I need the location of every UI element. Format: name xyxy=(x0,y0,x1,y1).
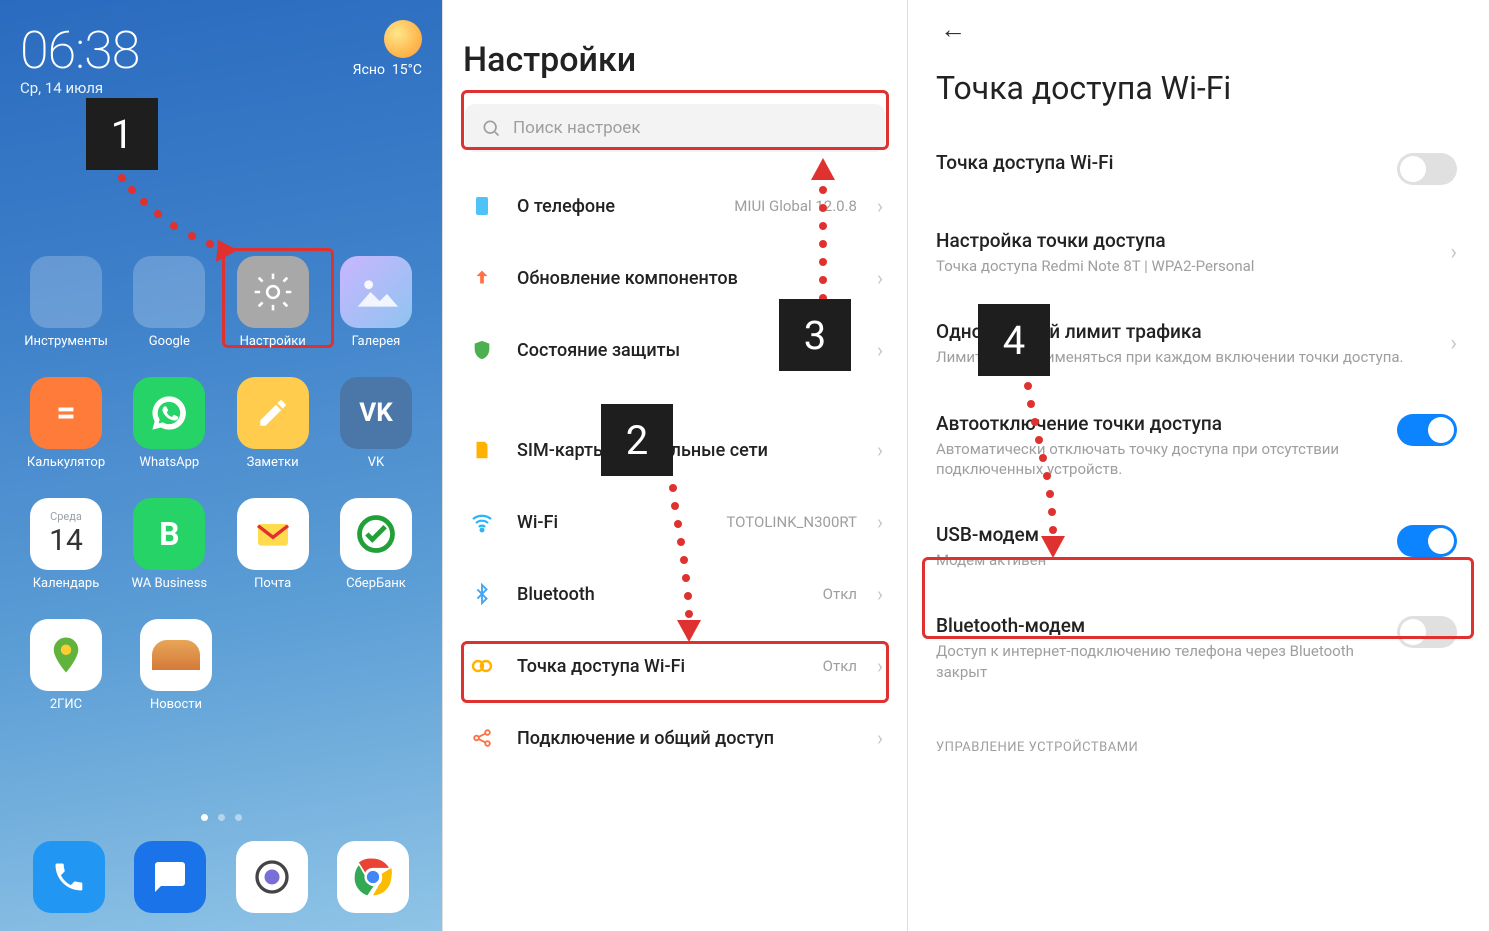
settings-row-wifi[interactable]: Wi-Fi TOTOLINK_N300RT › xyxy=(463,486,887,558)
wifi-icon xyxy=(467,507,497,537)
settings-row-sim[interactable]: SIM-карты и мобильные сети › xyxy=(463,414,887,486)
app-notes[interactable]: Заметки xyxy=(225,377,321,470)
weather-widget[interactable]: Ясно 15°C xyxy=(353,20,422,78)
hotspot-icon xyxy=(467,651,497,681)
settings-row-hotspot[interactable]: Точка доступа Wi-Fi Откл › xyxy=(463,630,887,702)
search-settings-input[interactable]: Поиск настроек xyxy=(465,104,885,152)
app-google-folder[interactable]: Google xyxy=(121,256,217,349)
settings-row-security[interactable]: Состояние защиты › xyxy=(463,314,887,386)
row-hotspot-toggle[interactable]: Точка доступа Wi-Fi xyxy=(936,129,1457,207)
settings-title: Настройки xyxy=(463,0,887,100)
app-calculator[interactable]: =Калькулятор xyxy=(18,377,114,470)
app-gallery[interactable]: Галерея xyxy=(328,256,424,349)
app-whatsapp[interactable]: WhatsApp xyxy=(121,377,217,470)
map-pin-icon xyxy=(30,619,102,691)
settings-row-connection[interactable]: Подключение и общий доступ › xyxy=(463,702,887,774)
shield-icon xyxy=(467,335,497,365)
bluetooth-icon xyxy=(467,579,497,609)
dock xyxy=(0,841,442,913)
sim-icon xyxy=(467,435,497,465)
row-auto-off[interactable]: Автоотключение точки доступаАвтоматическ… xyxy=(936,390,1457,502)
sun-icon xyxy=(384,20,422,58)
app-tools[interactable]: Инструменты xyxy=(18,256,114,349)
settings-row-update[interactable]: Обновление компонентов › xyxy=(463,242,887,314)
phone-info-icon xyxy=(467,191,497,221)
status-bar: 06:38 Ср, 14 июля Ясно 15°C xyxy=(0,0,442,97)
sber-icon xyxy=(340,498,412,570)
whatsapp-icon xyxy=(133,377,205,449)
row-usb-modem[interactable]: USB-модемМодем активен xyxy=(936,501,1457,592)
usb-modem-toggle[interactable] xyxy=(1397,525,1457,557)
gallery-icon xyxy=(340,256,412,328)
settings-list-panel: Настройки Поиск настроек О телефоне MIUI… xyxy=(442,0,907,931)
mail-icon xyxy=(237,498,309,570)
share-icon xyxy=(467,723,497,753)
hotspot-title: Точка доступа Wi-Fi xyxy=(936,45,1457,129)
app-news[interactable]: Новости xyxy=(128,619,224,712)
chevron-right-icon: › xyxy=(1450,240,1457,265)
row-data-limit[interactable]: Однократный лимит трафикаЛимит будет при… xyxy=(936,298,1457,389)
camera-app[interactable] xyxy=(236,841,308,913)
page-indicator xyxy=(0,814,442,821)
auto-off-toggle[interactable] xyxy=(1397,414,1457,446)
annotation-marker-1: 1 xyxy=(86,98,158,170)
row-bt-modem[interactable]: Bluetooth-модемДоступ к интернет-подключ… xyxy=(936,592,1457,704)
app-vk[interactable]: VKVK xyxy=(328,377,424,470)
app-2gis[interactable]: 2ГИС xyxy=(18,619,114,712)
annotation-arrow-1 xyxy=(110,168,250,268)
settings-row-about[interactable]: О телефоне MIUI Global 12.0.8 › xyxy=(463,170,887,242)
clock-date: Ср, 14 июля xyxy=(20,79,139,97)
clock-widget[interactable]: 06:38 Ср, 14 июля xyxy=(20,20,139,97)
app-grid: Инструменты Google Настройки Галерея =Ка… xyxy=(0,256,442,740)
settings-row-bluetooth[interactable]: Bluetooth Откл › xyxy=(463,558,887,630)
phone-app[interactable] xyxy=(33,841,105,913)
section-devices: УПРАВЛЕНИЕ УСТРОЙСТВАМИ xyxy=(936,704,1457,755)
chrome-app[interactable] xyxy=(337,841,409,913)
pencil-icon xyxy=(237,377,309,449)
app-wa-business[interactable]: BWA Business xyxy=(121,498,217,591)
app-settings[interactable]: Настройки xyxy=(225,256,321,349)
app-mail[interactable]: Почта xyxy=(225,498,321,591)
home-screen-panel: 06:38 Ср, 14 июля Ясно 15°C 1 Инструмент… xyxy=(0,0,442,931)
chevron-right-icon: › xyxy=(877,194,883,218)
hotspot-toggle[interactable] xyxy=(1397,153,1457,185)
app-sberbank[interactable]: СберБанк xyxy=(328,498,424,591)
weather-text: Ясно 15°C xyxy=(353,62,422,78)
gear-icon xyxy=(237,256,309,328)
app-calendar[interactable]: Среда14Календарь xyxy=(18,498,114,591)
row-hotspot-config[interactable]: Настройка точки доступаТочка доступа Red… xyxy=(936,207,1457,298)
back-button[interactable]: ← xyxy=(936,0,1457,45)
hotspot-settings-panel: ← Точка доступа Wi-Fi Точка доступа Wi-F… xyxy=(907,0,1489,931)
bt-modem-toggle[interactable] xyxy=(1397,616,1457,648)
update-icon xyxy=(467,263,497,293)
search-icon xyxy=(481,118,501,138)
clock-time: 06:38 xyxy=(20,20,139,81)
messages-app[interactable] xyxy=(134,841,206,913)
